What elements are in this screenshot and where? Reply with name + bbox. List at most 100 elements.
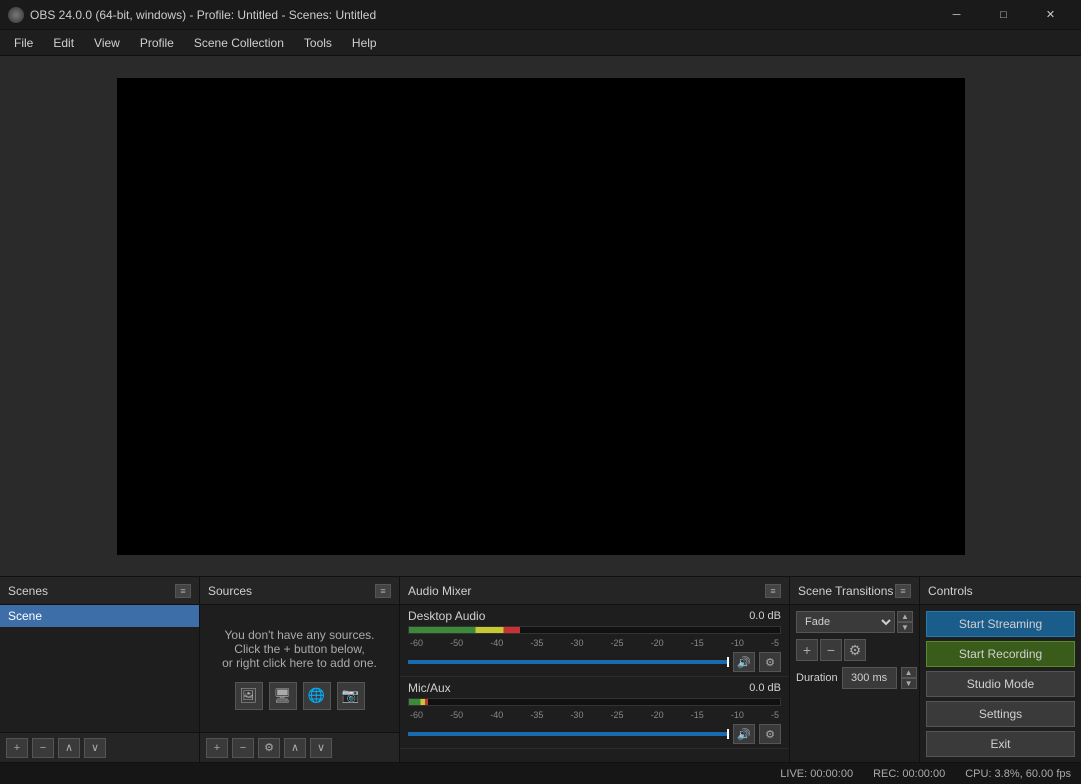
scenes-panel-footer: + − ∧ ∨ — [0, 732, 199, 762]
audio-mixer-header: Audio Mixer ≡ — [400, 577, 789, 605]
transition-add-button[interactable]: + — [796, 639, 818, 661]
desktop-audio-meter — [408, 626, 781, 634]
menu-file[interactable]: File — [4, 32, 43, 54]
scene-item[interactable]: Scene — [0, 605, 199, 627]
transition-spin-buttons: ▲ ▼ — [897, 611, 913, 633]
duration-input[interactable] — [842, 667, 897, 689]
menu-bar: File Edit View Profile Scene Collection … — [0, 30, 1081, 56]
studio-mode-button[interactable]: Studio Mode — [926, 671, 1075, 697]
duration-spin-up[interactable]: ▲ — [901, 667, 917, 678]
duration-spin-buttons: ▲ ▼ — [901, 667, 917, 689]
transition-spin-down[interactable]: ▼ — [897, 622, 913, 633]
start-recording-button[interactable]: Start Recording — [926, 641, 1075, 667]
menu-profile[interactable]: Profile — [130, 32, 184, 54]
display-source-icon: 🖥 — [269, 682, 297, 710]
sources-panel-menu-icon[interactable]: ≡ — [375, 584, 391, 598]
window-title: OBS 24.0.0 (64-bit, windows) - Profile: … — [30, 8, 934, 22]
controls-panel: Controls Start Streaming Start Recording… — [920, 577, 1081, 762]
bottom-panels: Scenes ≡ Scene + − ∧ ∨ Sources ≡ You don… — [0, 576, 1081, 762]
desktop-audio-meter-fill — [409, 627, 520, 633]
controls-buttons: Start Streaming Start Recording Studio M… — [920, 605, 1081, 762]
mic-aux-volume-slider[interactable] — [408, 732, 729, 736]
sources-panel: Sources ≡ You don't have any sources.Cli… — [200, 577, 400, 762]
menu-view[interactable]: View — [84, 32, 130, 54]
transition-select-row: Fade Cut Swipe Slide Stinger Fade to Col… — [796, 611, 913, 633]
app-icon — [8, 7, 24, 23]
sources-settings-button[interactable]: ⚙ — [258, 738, 280, 758]
scenes-panel-menu-icon[interactable]: ≡ — [175, 584, 191, 598]
desktop-audio-header: Desktop Audio 0.0 dB — [408, 609, 781, 623]
mic-aux-header: Mic/Aux 0.0 dB — [408, 681, 781, 695]
scene-transitions-header: Scene Transitions ≡ — [790, 577, 919, 605]
title-bar: OBS 24.0.0 (64-bit, windows) - Profile: … — [0, 0, 1081, 30]
exit-button[interactable]: Exit — [926, 731, 1075, 757]
transition-settings-button[interactable]: ⚙ — [844, 639, 866, 661]
sources-panel-header: Sources ≡ — [200, 577, 399, 605]
start-streaming-button[interactable]: Start Streaming — [926, 611, 1075, 637]
minimize-button[interactable]: ─ — [934, 0, 979, 30]
mic-aux-mute-button[interactable]: 🔊 — [733, 724, 755, 744]
menu-tools[interactable]: Tools — [294, 32, 342, 54]
menu-scene-collection[interactable]: Scene Collection — [184, 32, 294, 54]
controls-panel-header: Controls — [920, 577, 1081, 605]
scenes-move-up-button[interactable]: ∧ — [58, 738, 80, 758]
scenes-panel: Scenes ≡ Scene + − ∧ ∨ — [0, 577, 200, 762]
sources-empty-text: You don't have any sources.Click the + b… — [222, 628, 377, 670]
transitions-content: Fade Cut Swipe Slide Stinger Fade to Col… — [790, 605, 919, 762]
scenes-remove-button[interactable]: − — [32, 738, 54, 758]
desktop-audio-scale: -60 -50 -40 -35 -30 -25 -20 -15 -10 -5 — [408, 638, 781, 648]
transition-spin-up[interactable]: ▲ — [897, 611, 913, 622]
desktop-audio-volume-slider[interactable] — [408, 660, 729, 664]
scenes-move-down-button[interactable]: ∨ — [84, 738, 106, 758]
duration-spin-down[interactable]: ▼ — [901, 678, 917, 689]
live-status: LIVE: 00:00:00 — [780, 768, 853, 780]
scenes-add-button[interactable]: + — [6, 738, 28, 758]
sources-panel-content: You don't have any sources.Click the + b… — [200, 605, 399, 732]
mic-aux-settings-button[interactable]: ⚙ — [759, 724, 781, 744]
mic-aux-scale: -60 -50 -40 -35 -30 -25 -20 -15 -10 -5 — [408, 710, 781, 720]
audio-mixer-panel: Audio Mixer ≡ Desktop Audio 0.0 dB -60 -… — [400, 577, 790, 762]
source-type-icons: 🖼 🖥 🌐 📷 — [235, 682, 365, 710]
scenes-panel-title: Scenes — [8, 584, 48, 598]
scenes-panel-content: Scene — [0, 605, 199, 732]
preview-canvas — [117, 78, 965, 555]
maximize-button[interactable]: □ — [981, 0, 1026, 30]
sources-remove-button[interactable]: − — [232, 738, 254, 758]
audio-mixer-title: Audio Mixer — [408, 584, 471, 598]
desktop-audio-mute-button[interactable]: 🔊 — [733, 652, 755, 672]
close-button[interactable]: ✕ — [1028, 0, 1073, 30]
duration-label: Duration — [796, 672, 838, 684]
transitions-inner: Fade Cut Swipe Slide Stinger Fade to Col… — [790, 605, 919, 762]
mic-aux-db: 0.0 dB — [749, 682, 781, 694]
scene-transitions-panel: Scene Transitions ≡ Fade Cut Swipe Slide… — [790, 577, 920, 762]
sources-add-button[interactable]: + — [206, 738, 228, 758]
image-source-icon: 🖼 — [235, 682, 263, 710]
sources-move-up-button[interactable]: ∧ — [284, 738, 306, 758]
mic-aux-meter — [408, 698, 781, 706]
transition-add-row: + − ⚙ — [796, 639, 913, 661]
mic-aux-name: Mic/Aux — [408, 681, 451, 695]
camera-source-icon: 📷 — [337, 682, 365, 710]
sources-panel-title: Sources — [208, 584, 252, 598]
mic-aux-controls: 🔊 ⚙ — [408, 724, 781, 744]
transition-type-select[interactable]: Fade Cut Swipe Slide Stinger Fade to Col… — [796, 611, 895, 633]
transitions-menu-icon[interactable]: ≡ — [895, 584, 911, 598]
duration-row: Duration ▲ ▼ — [796, 667, 913, 689]
preview-container — [0, 56, 1081, 576]
transition-remove-button[interactable]: − — [820, 639, 842, 661]
controls-content: Start Streaming Start Recording Studio M… — [920, 605, 1081, 762]
desktop-audio-db: 0.0 dB — [749, 610, 781, 622]
desktop-audio-settings-button[interactable]: ⚙ — [759, 652, 781, 672]
menu-edit[interactable]: Edit — [43, 32, 84, 54]
sources-panel-footer: + − ⚙ ∧ ∨ — [200, 732, 399, 762]
scenes-panel-header: Scenes ≡ — [0, 577, 199, 605]
mic-aux-channel: Mic/Aux 0.0 dB -60 -50 -40 -35 -30 -25 -… — [400, 677, 789, 749]
sources-empty-message: You don't have any sources.Click the + b… — [200, 605, 399, 732]
status-bar: LIVE: 00:00:00 REC: 00:00:00 CPU: 3.8%, … — [0, 762, 1081, 784]
sources-move-down-button[interactable]: ∨ — [310, 738, 332, 758]
audio-mixer-menu-icon[interactable]: ≡ — [765, 584, 781, 598]
rec-status: REC: 00:00:00 — [873, 768, 945, 780]
settings-button[interactable]: Settings — [926, 701, 1075, 727]
menu-help[interactable]: Help — [342, 32, 387, 54]
desktop-audio-channel: Desktop Audio 0.0 dB -60 -50 -40 -35 -30… — [400, 605, 789, 677]
